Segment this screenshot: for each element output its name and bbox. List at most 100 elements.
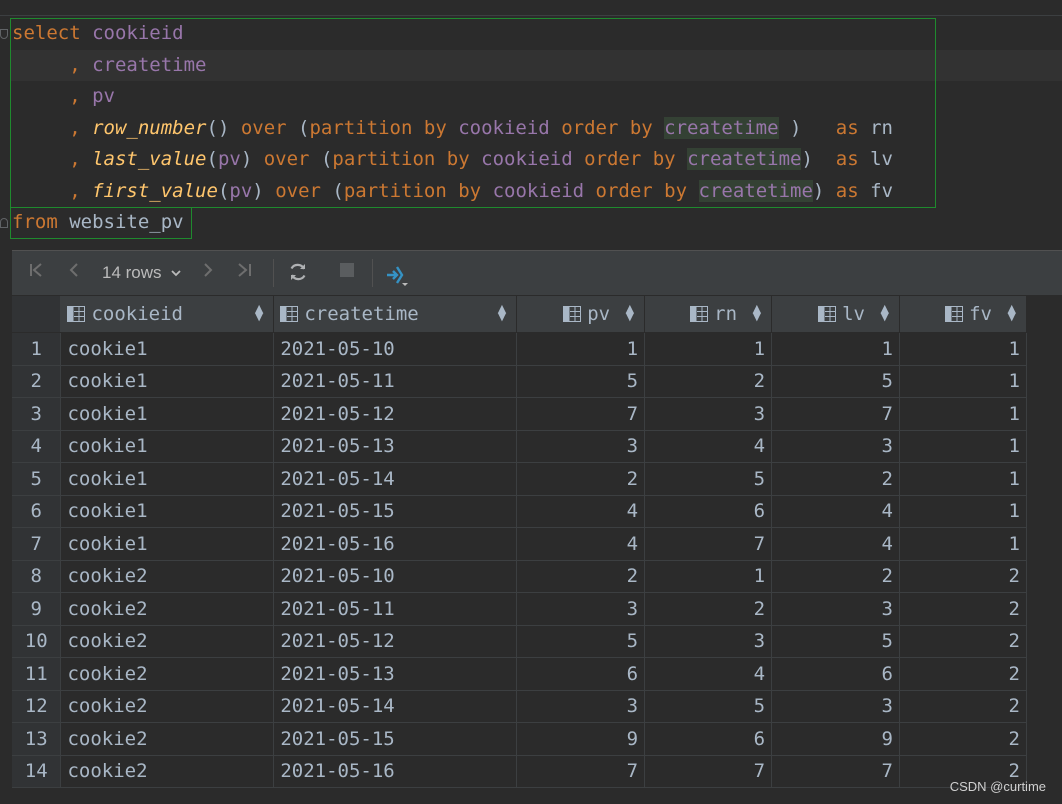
cell-cookieid[interactable]: cookie2	[60, 657, 275, 691]
cell-createtime[interactable]: 2021-05-10	[273, 560, 518, 593]
cell-pv[interactable]: 3	[516, 592, 646, 626]
cell-cookieid[interactable]: cookie1	[60, 332, 275, 366]
cell-lv[interactable]: 5	[771, 365, 900, 398]
cell-lv[interactable]: 4	[771, 527, 900, 561]
column-header-pv[interactable]: pv ▲ ▼	[516, 296, 646, 333]
cell-lv[interactable]: 2	[771, 462, 900, 496]
cell-rn[interactable]: 4	[644, 657, 773, 691]
cell-cookieid[interactable]: cookie2	[60, 560, 275, 593]
cell-pv[interactable]: 3	[516, 430, 646, 463]
cell-pv[interactable]: 1	[516, 332, 646, 366]
refresh-icon[interactable]	[286, 261, 310, 285]
cell-cookieid[interactable]: cookie2	[60, 722, 275, 756]
rows-count-dropdown[interactable]: 14 rows	[102, 261, 182, 285]
table-row[interactable]: 14 cookie2 2021-05-16 7 7 7 2	[12, 755, 1027, 788]
cell-createtime[interactable]: 2021-05-13	[273, 657, 518, 691]
stop-icon[interactable]	[336, 261, 358, 285]
cell-pv[interactable]: 6	[516, 657, 646, 691]
table-row[interactable]: 1 cookie1 2021-05-10 1 1 1 1	[12, 332, 1027, 366]
cell-pv[interactable]: 5	[516, 365, 646, 398]
cell-lv[interactable]: 1	[771, 332, 900, 366]
cell-createtime[interactable]: 2021-05-16	[273, 527, 518, 561]
cell-rn[interactable]: 2	[644, 592, 773, 626]
cell-createtime[interactable]: 2021-05-16	[273, 755, 518, 788]
code-line[interactable]: , pv	[12, 81, 115, 112]
cell-lv[interactable]: 2	[771, 560, 900, 593]
table-row[interactable]: 8 cookie2 2021-05-10 2 1 2 2	[12, 560, 1027, 593]
cell-pv[interactable]: 2	[516, 560, 646, 593]
cell-pv[interactable]: 7	[516, 755, 646, 788]
column-header-fv[interactable]: fv ▲ ▼	[899, 296, 1027, 333]
cell-rn[interactable]: 6	[644, 495, 773, 528]
column-header-createtime[interactable]: createtime ▲ ▼	[273, 296, 518, 333]
cell-rn[interactable]: 1	[644, 560, 773, 593]
cell-rn[interactable]: 4	[644, 430, 773, 463]
cell-cookieid[interactable]: cookie1	[60, 397, 275, 431]
table-row[interactable]: 11 cookie2 2021-05-13 6 4 6 2	[12, 657, 1027, 691]
cell-rn[interactable]: 7	[644, 527, 773, 561]
cell-cookieid[interactable]: cookie1	[60, 365, 275, 398]
cell-createtime[interactable]: 2021-05-13	[273, 430, 518, 463]
cell-fv[interactable]: 1	[899, 462, 1027, 496]
sql-editor[interactable]: select cookieid , createtime , pv , row_…	[0, 0, 1062, 246]
sort-arrows-icon[interactable]: ▲ ▼	[626, 303, 634, 322]
cell-fv[interactable]: 1	[899, 332, 1027, 366]
sort-arrows-icon[interactable]: ▲ ▼	[881, 303, 889, 322]
cell-lv[interactable]: 5	[771, 625, 900, 658]
table-row[interactable]: 2 cookie1 2021-05-11 5 2 5 1	[12, 365, 1027, 398]
cell-pv[interactable]: 4	[516, 527, 646, 561]
cell-fv[interactable]: 2	[899, 690, 1027, 723]
code-line[interactable]: select cookieid	[12, 18, 184, 49]
results-grid[interactable]: cookieid ▲ ▼ createtime ▲ ▼ pv ▲ ▼ rn ▲ ▼ lv ▲ ▼ fv ▲ ▼ 1…	[12, 296, 1027, 788]
sort-arrows-icon[interactable]: ▲ ▼	[753, 303, 761, 322]
cell-lv[interactable]: 7	[771, 755, 900, 788]
cell-fv[interactable]: 2	[899, 592, 1027, 626]
cell-lv[interactable]: 7	[771, 397, 900, 431]
cell-pv[interactable]: 5	[516, 625, 646, 658]
sort-arrows-icon[interactable]: ▲ ▼	[255, 303, 263, 322]
table-row[interactable]: 3 cookie1 2021-05-12 7 3 7 1	[12, 397, 1027, 431]
cell-createtime[interactable]: 2021-05-14	[273, 462, 518, 496]
cell-lv[interactable]: 4	[771, 495, 900, 528]
fold-start-icon[interactable]	[0, 29, 8, 39]
cell-createtime[interactable]: 2021-05-15	[273, 495, 518, 528]
table-row[interactable]: 12 cookie2 2021-05-14 3 5 3 2	[12, 690, 1027, 723]
cell-fv[interactable]: 1	[899, 527, 1027, 561]
cell-fv[interactable]: 2	[899, 657, 1027, 691]
cell-createtime[interactable]: 2021-05-12	[273, 625, 518, 658]
cell-pv[interactable]: 7	[516, 397, 646, 431]
cell-lv[interactable]: 9	[771, 722, 900, 756]
table-row[interactable]: 6 cookie1 2021-05-15 4 6 4 1	[12, 495, 1027, 528]
cell-createtime[interactable]: 2021-05-10	[273, 332, 518, 366]
cell-fv[interactable]: 2	[899, 625, 1027, 658]
sort-arrows-icon[interactable]: ▲ ▼	[1008, 303, 1016, 322]
fold-end-icon[interactable]	[0, 218, 8, 228]
table-row[interactable]: 7 cookie1 2021-05-16 4 7 4 1	[12, 527, 1027, 561]
cell-rn[interactable]: 6	[644, 722, 773, 756]
cell-cookieid[interactable]: cookie2	[60, 592, 275, 626]
next-page-icon[interactable]	[198, 261, 218, 285]
cell-rn[interactable]: 1	[644, 332, 773, 366]
cell-cookieid[interactable]: cookie1	[60, 527, 275, 561]
cell-rn[interactable]: 3	[644, 625, 773, 658]
cell-createtime[interactable]: 2021-05-14	[273, 690, 518, 723]
cell-rn[interactable]: 5	[644, 462, 773, 496]
cell-cookieid[interactable]: cookie1	[60, 462, 275, 496]
last-page-icon[interactable]	[234, 261, 256, 285]
cell-cookieid[interactable]: cookie2	[60, 625, 275, 658]
code-line[interactable]: , row_number() over (partition by cookie…	[12, 113, 893, 144]
table-row[interactable]: 13 cookie2 2021-05-15 9 6 9 2	[12, 722, 1027, 756]
cell-lv[interactable]: 3	[771, 430, 900, 463]
cell-fv[interactable]: 1	[899, 397, 1027, 431]
cell-cookieid[interactable]: cookie2	[60, 690, 275, 723]
cell-lv[interactable]: 3	[771, 690, 900, 723]
cell-fv[interactable]: 1	[899, 495, 1027, 528]
cell-createtime[interactable]: 2021-05-11	[273, 365, 518, 398]
column-header-cookieid[interactable]: cookieid ▲ ▼	[60, 296, 275, 333]
cell-lv[interactable]: 3	[771, 592, 900, 626]
cell-createtime[interactable]: 2021-05-11	[273, 592, 518, 626]
first-page-icon[interactable]	[26, 261, 46, 285]
cell-fv[interactable]: 1	[899, 430, 1027, 463]
cell-cookieid[interactable]: cookie1	[60, 495, 275, 528]
code-line[interactable]: , last_value(pv) over (partition by cook…	[12, 144, 893, 175]
